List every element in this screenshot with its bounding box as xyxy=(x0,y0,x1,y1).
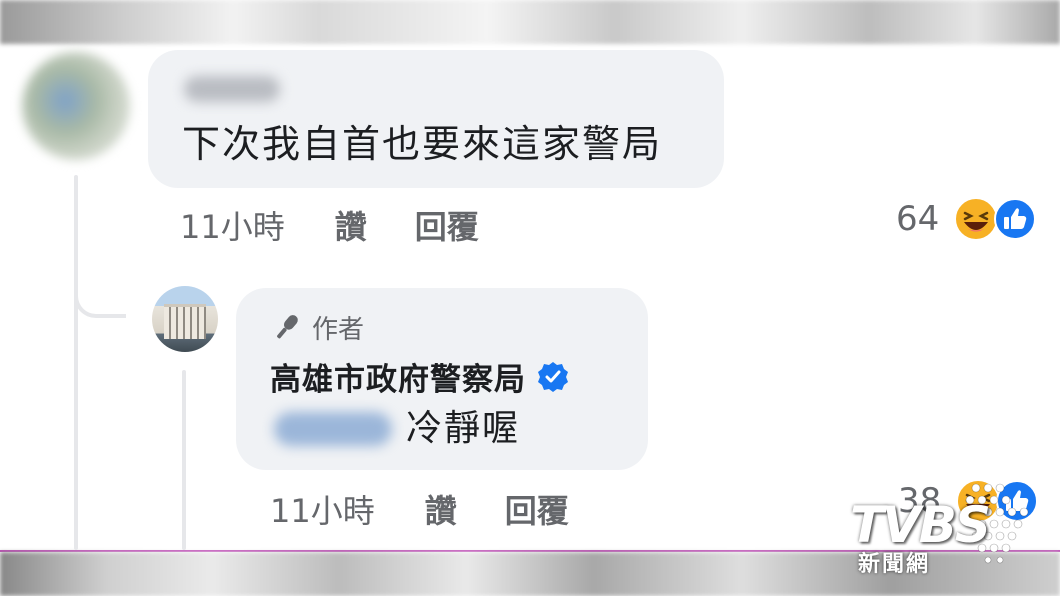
reply-text: 冷靜喔 xyxy=(406,408,521,449)
reaction-count: 64 xyxy=(896,199,940,239)
blurred-commenter-name xyxy=(184,76,280,102)
commenter-avatar[interactable] xyxy=(22,52,130,160)
tvbs-watermark: TVBS 新聞網 xyxy=(846,480,1036,580)
page-name-text[interactable]: 高雄市政府警察局 xyxy=(270,354,526,399)
blurred-mention-tag xyxy=(274,412,392,446)
reaction-summary[interactable]: 64 xyxy=(896,196,1037,242)
thread-connector-curve xyxy=(74,250,126,318)
verified-badge-icon xyxy=(538,361,568,392)
author-label: 作者 xyxy=(312,314,365,345)
comment-actions: 11小時 讚 回覆 xyxy=(180,202,479,248)
page-name: 高雄市政府警察局 xyxy=(270,354,570,399)
reply-button[interactable]: 回覆 xyxy=(415,202,479,248)
comment-timestamp[interactable]: 11小時 xyxy=(180,202,285,248)
thread-connector xyxy=(74,175,78,550)
police-page-avatar[interactable] xyxy=(152,286,218,352)
reply-bubble: 作者 高雄市政府警察局 冷靜喔 xyxy=(236,288,648,470)
microphone-icon xyxy=(277,315,298,339)
watermark-subtitle: 新聞網 xyxy=(858,552,931,577)
blurred-top-band xyxy=(0,0,1060,44)
comment-bubble: 下次我自首也要來這家警局 xyxy=(148,50,724,188)
reply-like-button[interactable]: 讚 xyxy=(425,486,457,532)
reply-thread-connector xyxy=(182,370,186,550)
comment-text: 下次我自首也要來這家警局 xyxy=(182,122,663,166)
reply-reply-button[interactable]: 回覆 xyxy=(505,486,569,532)
reply-timestamp[interactable]: 11小時 xyxy=(270,486,375,532)
author-badge: 作者 xyxy=(270,310,365,345)
like-icon xyxy=(994,198,1037,240)
building-photo xyxy=(164,304,206,339)
like-button[interactable]: 讚 xyxy=(335,202,367,248)
reply-actions: 11小時 讚 回覆 xyxy=(270,486,569,532)
